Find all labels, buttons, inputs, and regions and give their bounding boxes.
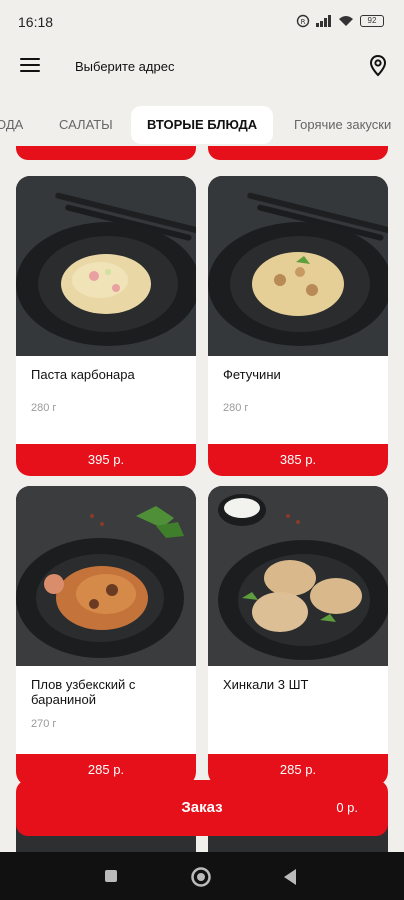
menu-icon[interactable] (20, 58, 40, 74)
order-label: Заказ (181, 799, 223, 816)
home-icon[interactable] (190, 866, 212, 888)
product-photo (208, 486, 388, 666)
back-icon[interactable] (282, 868, 298, 886)
battery-level: 92 (367, 16, 377, 25)
previous-card-price-stub[interactable] (16, 146, 196, 160)
product-photo (208, 176, 388, 356)
previous-card-price-stub[interactable] (208, 146, 388, 160)
app-header: Выберите адрес (0, 40, 404, 95)
location-pin-icon[interactable] (368, 54, 388, 78)
product-name: Паста карбонара (31, 367, 135, 382)
product-price-button[interactable]: 395 р. (16, 444, 196, 476)
status-icons: R 92 (296, 14, 384, 28)
order-total: 0 р. (336, 800, 358, 815)
tab-0[interactable]: ОДА (0, 106, 23, 144)
tab-salads[interactable]: САЛАТЫ (59, 106, 113, 144)
product-weight: 280 г (223, 402, 249, 414)
status-bar: 16:18 R 92 (0, 0, 404, 40)
battery-icon: 92 (360, 15, 384, 27)
tab-hot-appetizers[interactable]: Горячие закуски (294, 106, 391, 144)
product-weight: 270 г (31, 718, 57, 730)
product-card-plov[interactable]: Плов узбекский с бараниной 270 г 285 р. (16, 486, 196, 786)
clock: 16:18 (18, 14, 54, 30)
product-card-carbonara[interactable]: Паста карбонара 280 г 395 р. (16, 176, 196, 476)
product-weight: 280 г (31, 402, 57, 414)
product-price-button[interactable]: 385 р. (208, 444, 388, 476)
product-photo (16, 176, 196, 356)
recents-icon[interactable] (104, 869, 118, 883)
wifi-icon (339, 16, 353, 26)
product-card-fettuccine[interactable]: Фетучини 280 г 385 р. (208, 176, 388, 476)
system-nav-bar (0, 852, 404, 900)
product-card-khinkali[interactable]: Хинкали 3 ШТ 285 р. (208, 486, 388, 786)
order-button[interactable]: Заказ 0 р. (16, 780, 388, 836)
address-selector[interactable]: Выберите адрес (75, 59, 174, 74)
product-name: Плов узбекский с бараниной (31, 677, 136, 707)
tab-main-dishes[interactable]: ВТОРЫЕ БЛЮДА (131, 106, 274, 144)
alarm-icon: R (296, 14, 310, 28)
product-name: Фетучини (223, 367, 281, 382)
svg-text:R: R (301, 18, 306, 26)
signal-icon (316, 15, 331, 27)
category-tabs: ОДА САЛАТЫ ВТОРЫЕ БЛЮДА Горячие закуски (0, 106, 404, 146)
product-photo (16, 486, 196, 666)
product-name: Хинкали 3 ШТ (223, 677, 309, 692)
